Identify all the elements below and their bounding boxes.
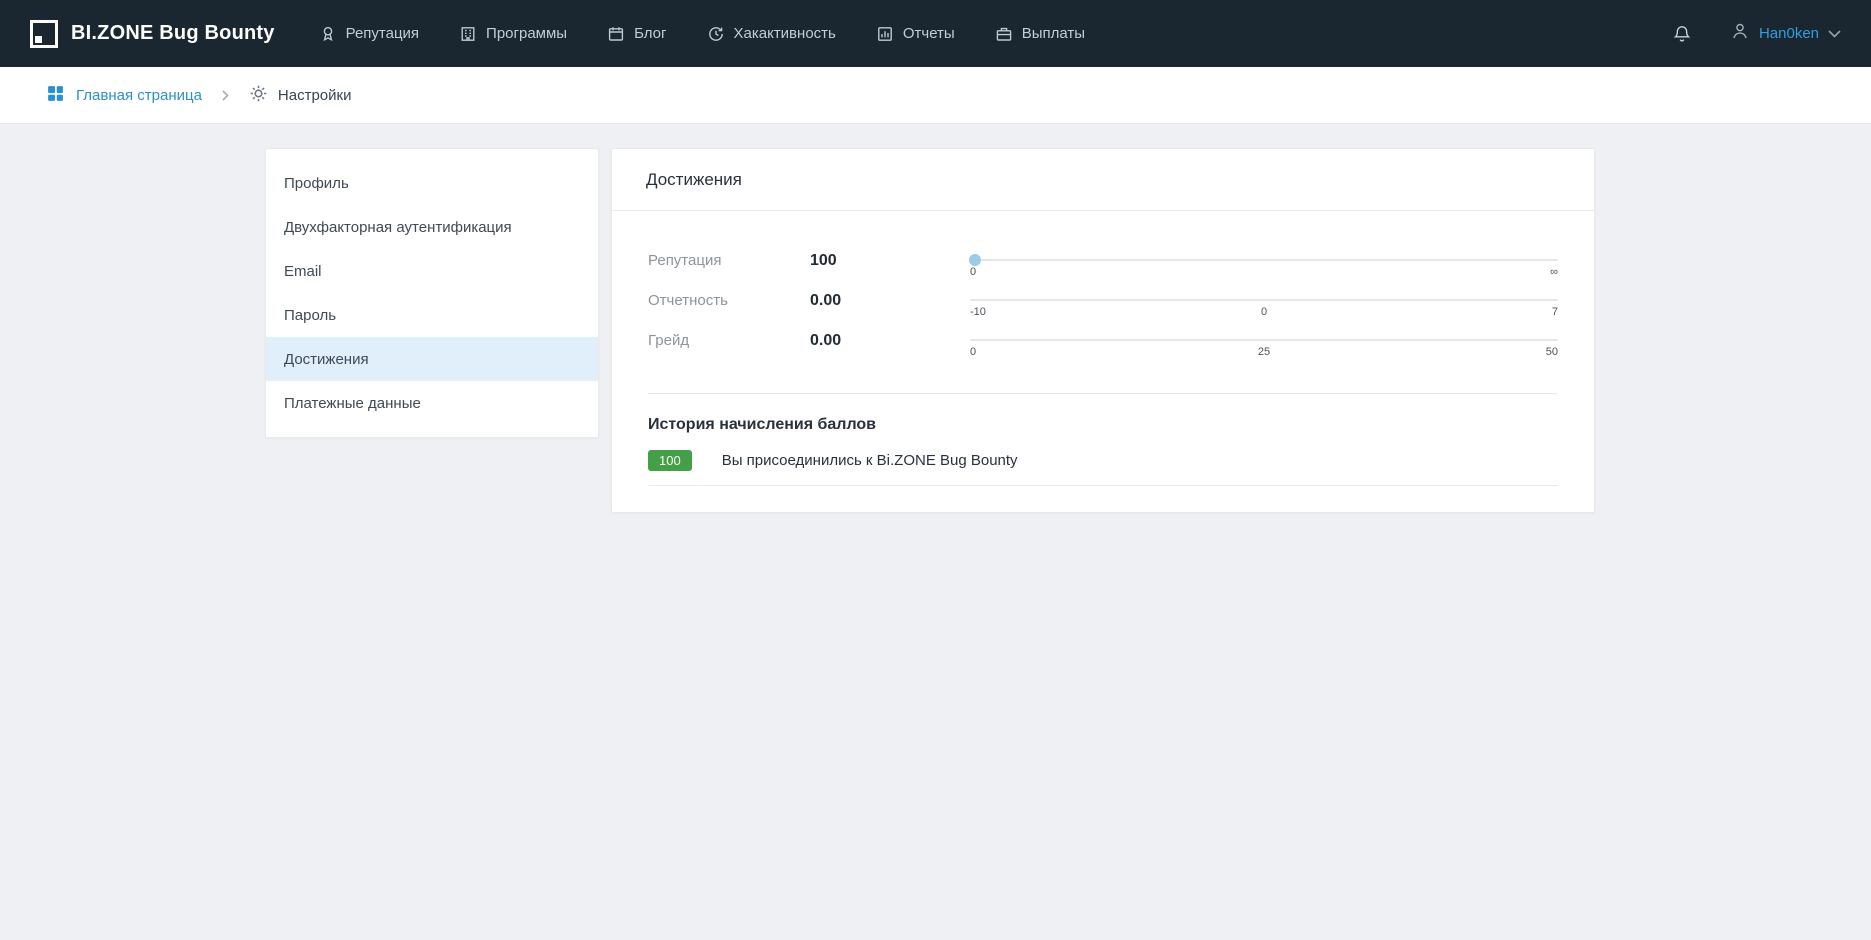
nav-item-label: Программы bbox=[486, 25, 567, 42]
menu-item-payment-details[interactable]: Платежные данные bbox=[266, 381, 598, 425]
brand-title: BI.ZONE Bug Bounty bbox=[71, 22, 275, 45]
scale-max: 7 bbox=[1552, 306, 1558, 318]
breadcrumb-current-label: Настройки bbox=[278, 87, 352, 104]
nav-item-payouts[interactable]: Выплаты bbox=[995, 25, 1085, 43]
scale-min: 0 bbox=[970, 266, 976, 278]
chevron-down-icon bbox=[1828, 25, 1841, 43]
breadcrumb-current: Настройки bbox=[249, 84, 352, 107]
menu-item-2fa[interactable]: Двухфакторная аутентификация bbox=[266, 205, 598, 249]
menu-item-label: Профиль bbox=[284, 175, 349, 192]
slider-track bbox=[970, 299, 1558, 301]
breadcrumb-home-label: Главная страница bbox=[76, 87, 202, 104]
scale-max: 50 bbox=[1546, 346, 1558, 358]
metric-label: Репутация bbox=[648, 251, 810, 271]
top-navbar: BI.ZONE Bug Bounty Репутация Программы Б… bbox=[0, 0, 1871, 67]
metric-value: 0.00 bbox=[810, 291, 970, 311]
breadcrumb-home-link[interactable]: Главная страница bbox=[46, 84, 202, 107]
blog-icon bbox=[607, 25, 625, 43]
menu-item-password[interactable]: Пароль bbox=[266, 293, 598, 337]
slider-track bbox=[970, 339, 1558, 341]
menu-item-achievements[interactable]: Достижения bbox=[266, 337, 598, 381]
gear-icon bbox=[249, 84, 268, 107]
scale-mid: 0 bbox=[1261, 306, 1267, 318]
menu-item-label: Достижения bbox=[284, 351, 369, 368]
section-divider bbox=[648, 393, 1558, 394]
metric-slider: -10 0 7 bbox=[970, 299, 1558, 301]
hackactivity-icon bbox=[707, 25, 725, 43]
points-badge: 100 bbox=[648, 450, 692, 471]
breadcrumb-chevron-icon bbox=[222, 90, 229, 101]
nav-item-label: Отчеты bbox=[903, 25, 955, 42]
metric-value: 0.00 bbox=[810, 331, 970, 351]
metric-value: 100 bbox=[810, 251, 970, 271]
nav-item-blog[interactable]: Блог bbox=[607, 25, 666, 43]
brand-logo[interactable]: BI.ZONE Bug Bounty bbox=[30, 20, 275, 48]
bizone-logo-icon bbox=[30, 20, 58, 48]
metric-slider: 0 ∞ bbox=[970, 259, 1558, 261]
nav-item-reputation[interactable]: Репутация bbox=[319, 25, 419, 43]
slider-thumb bbox=[969, 254, 981, 266]
scale-mid: 25 bbox=[1258, 346, 1270, 358]
nav-item-label: Репутация bbox=[346, 25, 419, 42]
metric-label: Отчетность bbox=[648, 291, 810, 311]
programs-icon bbox=[459, 25, 477, 43]
user-icon bbox=[1730, 21, 1750, 46]
nav-item-programs[interactable]: Программы bbox=[459, 25, 567, 43]
notifications-bell-icon[interactable] bbox=[1672, 24, 1692, 44]
menu-item-label: Двухфакторная аутентификация bbox=[284, 219, 512, 236]
breadcrumb: Главная страница Настройки bbox=[0, 67, 1871, 124]
metrics-section: Репутация 100 0 ∞ Отчетность 0.00 -10 0 … bbox=[612, 211, 1594, 393]
payouts-icon bbox=[995, 25, 1013, 43]
reputation-icon bbox=[319, 25, 337, 43]
scale-min: -10 bbox=[970, 306, 986, 318]
menu-item-email[interactable]: Email bbox=[266, 249, 598, 293]
username-label: Han0ken bbox=[1759, 25, 1819, 42]
settings-menu: Профиль Двухфакторная аутентификация Ema… bbox=[265, 148, 599, 438]
nav-item-label: Хакактивность bbox=[734, 25, 836, 42]
slider-track bbox=[970, 259, 1558, 261]
nav-item-reports[interactable]: Отчеты bbox=[876, 25, 955, 43]
metric-row-grade: Грейд 0.00 0 25 50 bbox=[648, 331, 1558, 371]
scale-min: 0 bbox=[970, 346, 976, 358]
metric-row-reputation: Репутация 100 0 ∞ bbox=[648, 251, 1558, 291]
navbar-right: Han0ken bbox=[1672, 21, 1841, 46]
nav-item-label: Выплаты bbox=[1022, 25, 1085, 42]
menu-item-label: Email bbox=[284, 263, 322, 280]
menu-item-profile[interactable]: Профиль bbox=[266, 161, 598, 205]
nav-item-label: Блог bbox=[634, 25, 666, 42]
scale-max: ∞ bbox=[1550, 266, 1558, 278]
reports-icon bbox=[876, 25, 894, 43]
achievements-panel: Достижения Репутация 100 0 ∞ Отчетность … bbox=[611, 148, 1595, 513]
user-menu[interactable]: Han0ken bbox=[1730, 21, 1841, 46]
history-entry: 100 Вы присоединились к Bi.ZONE Bug Boun… bbox=[648, 450, 1558, 486]
history-title: История начисления баллов bbox=[648, 416, 1558, 434]
history-entry-text: Вы присоединились к Bi.ZONE Bug Bounty bbox=[722, 452, 1018, 469]
main-nav: Репутация Программы Блог Хакактивность О… bbox=[319, 25, 1672, 43]
nav-item-hackactivity[interactable]: Хакактивность bbox=[707, 25, 836, 43]
panel-title: Достижения bbox=[612, 149, 1594, 211]
metric-label: Грейд bbox=[648, 331, 810, 351]
home-grid-icon bbox=[46, 84, 65, 107]
metric-row-reporting: Отчетность 0.00 -10 0 7 bbox=[648, 291, 1558, 331]
metric-slider: 0 25 50 bbox=[970, 339, 1558, 341]
menu-item-label: Платежные данные bbox=[284, 395, 421, 412]
menu-item-label: Пароль bbox=[284, 307, 336, 324]
